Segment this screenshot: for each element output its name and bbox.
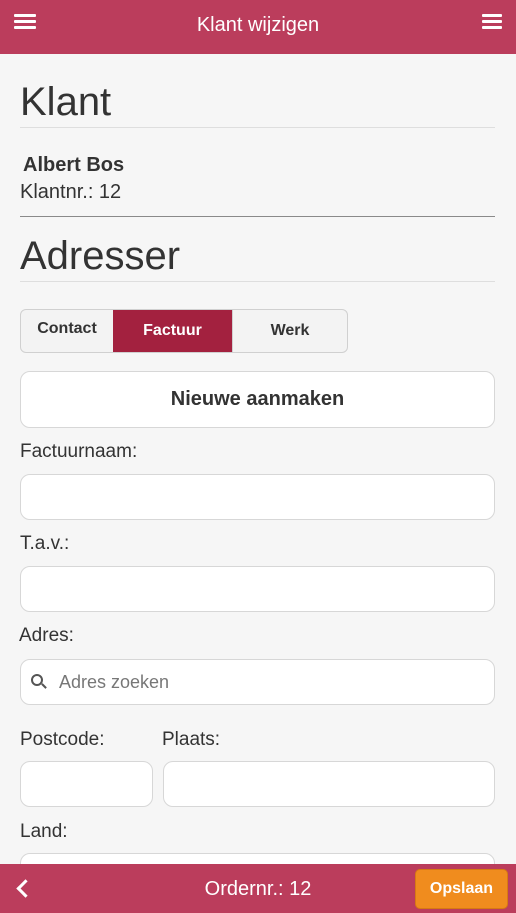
address-search-input[interactable] (59, 671, 459, 693)
divider (20, 216, 495, 217)
postcode-field[interactable] (20, 761, 153, 807)
tab-werk[interactable]: Werk (232, 310, 347, 352)
tav-field[interactable] (20, 566, 495, 612)
customer-section-title: Klant (20, 80, 112, 124)
customer-name: Albert Bos (23, 154, 125, 176)
tab-contact[interactable]: Contact (21, 310, 113, 352)
factuurnaam-label: Factuurnaam: (20, 441, 138, 462)
page-title: Klant wijzigen (196, 14, 320, 36)
menu-icon[interactable] (482, 14, 502, 32)
save-button[interactable]: Opslaan (415, 869, 508, 909)
search-icon (31, 674, 47, 690)
tav-label: T.a.v.: (20, 533, 70, 554)
new-address-button[interactable]: Nieuwe aanmaken (20, 371, 495, 428)
customer-number: Klantnr.: 12 (20, 181, 122, 203)
divider (20, 127, 495, 128)
adres-label: Adres: (19, 625, 74, 646)
factuurnaam-field[interactable] (20, 474, 495, 520)
bottom-bar: Ordernr.: 12 Opslaan (0, 864, 516, 913)
top-app-bar: Klant wijzigen (0, 0, 516, 54)
plaats-label: Plaats: (162, 729, 221, 750)
postcode-label: Postcode: (20, 729, 105, 750)
address-tabs: Contact Factuur Werk (20, 309, 348, 353)
divider (20, 281, 495, 282)
address-section-title: Adresser (20, 234, 181, 278)
tab-factuur[interactable]: Factuur (113, 310, 232, 352)
address-search-field[interactable] (20, 659, 495, 705)
plaats-field[interactable] (163, 761, 495, 807)
land-label: Land: (20, 821, 68, 842)
